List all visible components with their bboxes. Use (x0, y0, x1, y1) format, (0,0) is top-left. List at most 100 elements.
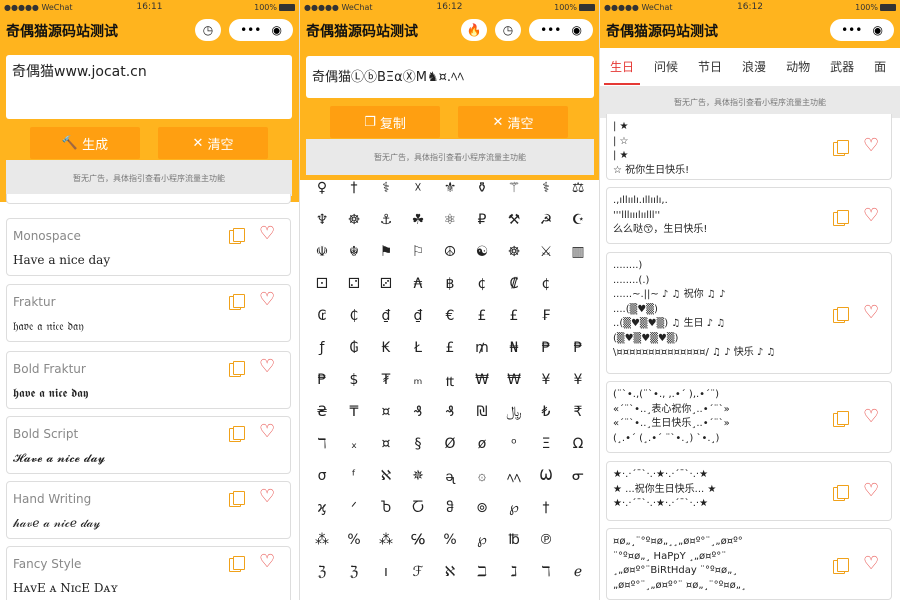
symbol-cell[interactable]: ♆ (306, 212, 338, 228)
symbol-cell[interactable]: ⚑ (370, 244, 402, 260)
symbol-cell[interactable]: ₫ (370, 308, 402, 324)
favorite-heart-icon[interactable]: ♡ (863, 408, 879, 426)
symbol-cell[interactable]: ℯ (562, 564, 594, 580)
symbol-cell[interactable]: ﷼ (498, 404, 530, 420)
copy-icon[interactable] (229, 228, 245, 244)
symbol-cell[interactable]: ⚛ (434, 212, 466, 228)
symbol-cell[interactable]: ₡ (498, 276, 530, 292)
symbol-cell[interactable]: £ (434, 340, 466, 356)
copy-icon[interactable] (833, 411, 849, 427)
symbol-cell[interactable]: Ø (434, 436, 466, 452)
symbol-cell[interactable]: † (338, 180, 370, 196)
tab-1[interactable]: 问候 (644, 58, 688, 75)
symbol-cell[interactable]: ₱ (530, 340, 562, 356)
symbol-cell[interactable]: ₱ (562, 340, 594, 356)
symbol-cell[interactable]: ¤ (370, 436, 402, 452)
tab-4[interactable]: 动物 (776, 58, 820, 75)
symbol-cell[interactable]: ℔ (498, 532, 530, 548)
copy-icon[interactable] (833, 558, 849, 574)
symbol-cell[interactable]: ⚒ (498, 212, 530, 228)
symbol-cell[interactable]: ⚕ (370, 180, 402, 196)
copy-icon[interactable] (833, 307, 849, 323)
symbol-cell[interactable]: ₘ (402, 372, 434, 388)
symbol-cell[interactable]: ℅ (402, 532, 434, 548)
more-icon[interactable]: ••• (841, 23, 862, 37)
symbol-cell[interactable]: ᶕ (434, 468, 466, 485)
copy-icon[interactable] (229, 426, 245, 442)
favorite-heart-icon[interactable]: ♡ (863, 304, 879, 322)
symbol-cell[interactable]: ¢ (530, 276, 562, 292)
symbol-cell[interactable]: ℶ (466, 564, 498, 580)
symbol-cell[interactable]: ⚖ (562, 180, 594, 196)
symbol-cell[interactable]: ᵒ (498, 436, 530, 452)
text-art-card[interactable]: (¨`•.,(¨`•., ,.•´ ),.•´¨) «´¨`•..¸表心祝你¸..… (606, 381, 892, 453)
symbol-cell[interactable]: ⚐ (402, 244, 434, 260)
favorite-heart-icon[interactable]: ♡ (259, 553, 275, 571)
capsule-menu[interactable]: ••• ◉ (229, 19, 293, 41)
symbol-cell[interactable]: ✵ (402, 468, 434, 484)
close-target-icon[interactable]: ◉ (872, 23, 882, 37)
font-style-card[interactable]: Fraktur 𝔥𝔞𝔳𝔢 𝔞 𝔫𝔦𝔠𝔢 𝔡𝔞𝔶 ♡ (6, 284, 291, 342)
copy-icon[interactable] (833, 485, 849, 501)
favorite-heart-icon[interactable]: ♡ (259, 488, 275, 506)
symbol-cell[interactable]: ℸ (306, 436, 338, 452)
font-style-card[interactable]: Monospace Have a nice day ♡ (6, 218, 291, 276)
favorite-heart-icon[interactable]: ♡ (259, 423, 275, 441)
tab-3[interactable]: 浪漫 (732, 58, 776, 75)
symbol-cell[interactable]: ℱ (402, 564, 434, 580)
symbol-cell[interactable]: ℸ (530, 564, 562, 580)
font-style-card[interactable]: Hand Writing 𝒽𝒶𝓋𝑒 𝒶 𝓃𝒾𝒸𝑒 𝒹𝒶𝓎 ♡ (6, 481, 291, 539)
symbol-cell[interactable]: ₺ (530, 404, 562, 420)
symbol-cell[interactable]: Ⴀ (402, 500, 434, 516)
symbol-cell[interactable]: ¥ (562, 372, 594, 388)
symbol-cell[interactable]: ₰ (402, 404, 434, 420)
symbol-cell[interactable]: ⚁ (338, 276, 370, 292)
copy-icon[interactable] (833, 209, 849, 226)
close-target-icon[interactable]: ◉ (271, 23, 281, 37)
copy-icon[interactable] (229, 556, 245, 572)
symbol-cell[interactable]: ⚓ (370, 212, 402, 228)
symbol-cell[interactable]: ₱ (306, 372, 338, 388)
symbol-cell[interactable]: ۞ (466, 468, 498, 484)
symbol-cell[interactable]: ᐟ (338, 500, 370, 516)
tab-5[interactable]: 武器 (820, 58, 864, 75)
symbol-cell[interactable]: ฿ (434, 276, 466, 292)
symbol-cell[interactable]: ℗ (530, 532, 562, 548)
favorite-heart-icon[interactable]: ♡ (259, 358, 275, 376)
symbol-cell[interactable]: ₫ (402, 308, 434, 324)
symbol-cell[interactable]: ☫ (306, 244, 338, 260)
symbol-cell[interactable]: ☸ (338, 212, 370, 228)
symbol-cell[interactable]: ☬ (338, 244, 370, 260)
symbol-cell[interactable]: ₥ (466, 340, 498, 356)
font-style-card[interactable]: Bold Fraktur 𝖍𝖆𝖛𝖊 𝖆 𝖓𝖎𝖈𝖊 𝖉𝖆𝖞 ♡ (6, 351, 291, 409)
symbol-cell[interactable]: ₦ (498, 340, 530, 356)
favorite-heart-icon[interactable]: ♡ (863, 206, 879, 225)
favorite-heart-icon[interactable]: ♡ (259, 291, 275, 309)
symbol-cell[interactable]: ℷ (498, 564, 530, 580)
symbol-cell[interactable]: Ѡ (530, 468, 562, 484)
font-style-card[interactable]: Fancy Style HᴀᴠE ᴀ NɪᴄE Dᴀʏ ♡ (6, 546, 291, 600)
favorite-heart-icon[interactable]: ♡ (863, 482, 879, 500)
symbol-cell[interactable]: £ (466, 308, 498, 324)
text-art-card[interactable]: .,ıllıılı.ıllıılı,. '''lllııılıılll'' 么么哒😙… (606, 187, 892, 244)
text-art-card[interactable]: ........) ........(.) ......~.||~ ♪ ♫ 祝你 ♫… (606, 252, 892, 374)
symbol-cell[interactable]: ₪ (466, 404, 498, 420)
symbol-cell[interactable]: ₢ (306, 308, 338, 324)
symbol-cell[interactable]: ı (370, 564, 402, 580)
symbol-cell[interactable]: ₩ (498, 372, 530, 388)
text-art-card[interactable]: | ★ | ☆ | ★ ☆ 祝你生日快乐! ♡ (606, 114, 892, 180)
symbol-cell[interactable]: ⚜ (434, 180, 466, 196)
favorite-heart-icon[interactable]: ♡ (863, 137, 879, 155)
symbol-cell[interactable]: ₮ (370, 372, 402, 388)
symbol-cell[interactable]: ⚱ (466, 180, 498, 196)
symbol-cell[interactable]: ⚂ (370, 276, 402, 292)
symbol-cell[interactable]: ჵ (434, 500, 466, 516)
symbol-cell[interactable]: Ł (402, 340, 434, 356)
copy-button[interactable]: ❐ 复制 (330, 106, 440, 138)
symbol-cell[interactable]: § (402, 436, 434, 452)
more-icon[interactable]: ••• (240, 23, 261, 37)
symbol-cell[interactable]: ⚚ (498, 180, 530, 196)
tab-6[interactable]: 面 (864, 58, 896, 75)
favorite-heart-icon[interactable]: ♡ (863, 555, 879, 573)
copy-icon[interactable] (229, 294, 245, 310)
